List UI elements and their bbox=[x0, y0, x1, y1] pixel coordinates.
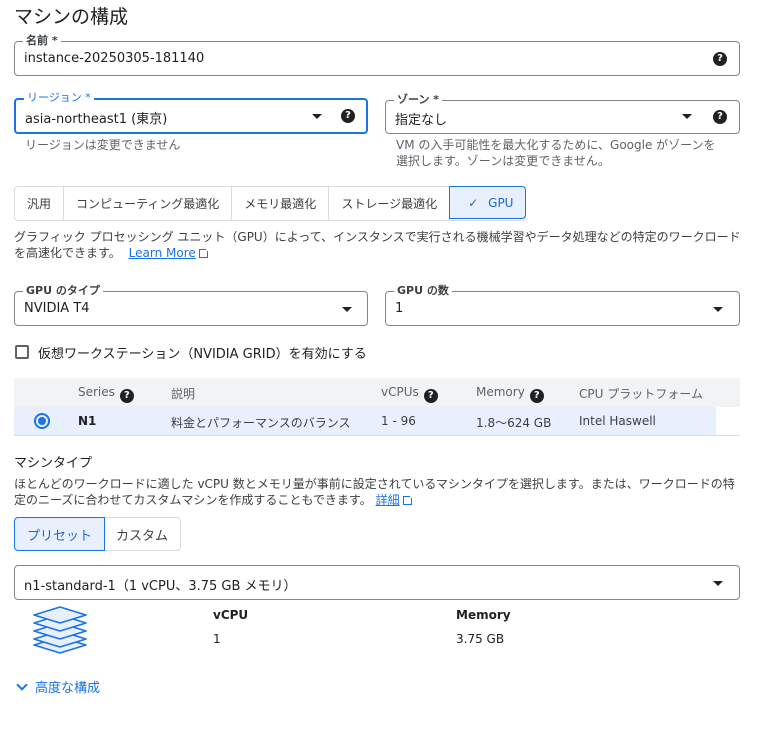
region-select[interactable]: リージョン * asia-northeast1 (東京) ? bbox=[14, 91, 368, 134]
header-vcpus: vCPUs? bbox=[381, 385, 438, 403]
machine-type-desc-line2: 定のニーズに合わせてカスタムマシンを作成することもできます。 bbox=[14, 493, 372, 507]
header-cpu-platform: CPU プラットフォーム bbox=[579, 387, 703, 401]
table-divider bbox=[14, 435, 740, 436]
gpu-description: グラフィック プロセッシング ユニット（GPU）によって、インスタンスで実行され… bbox=[14, 229, 744, 261]
chevron-down-icon bbox=[312, 114, 322, 119]
help-icon[interactable]: ? bbox=[713, 110, 727, 124]
gpu-count-label: GPU の数 bbox=[394, 284, 452, 298]
memory-label: Memory bbox=[456, 608, 511, 622]
page-title: マシンの構成 bbox=[14, 6, 129, 28]
zone-select[interactable]: ゾーン * 指定なし ? bbox=[385, 93, 740, 134]
help-icon[interactable]: ? bbox=[529, 389, 544, 403]
virtual-workstation-checkbox[interactable] bbox=[15, 345, 29, 359]
header-description: 説明 bbox=[171, 387, 196, 401]
chevron-down-icon bbox=[682, 114, 692, 119]
machine-family-tabs: 汎用 コンピューティング最適化 メモリ最適化 ストレージ最適化 ✓ GPU bbox=[14, 186, 527, 221]
chevron-down-icon bbox=[342, 307, 352, 312]
help-icon[interactable]: ? bbox=[713, 52, 727, 66]
zone-select-label: ゾーン * bbox=[394, 93, 443, 107]
row-description: 料金とパフォーマンスのバランス bbox=[171, 416, 351, 430]
series-radio[interactable] bbox=[34, 413, 50, 429]
memory-value: 3.75 GB bbox=[456, 632, 505, 646]
zone-select-value: 指定なし bbox=[395, 113, 448, 128]
tab-memory-optimized[interactable]: メモリ最適化 bbox=[232, 187, 330, 220]
row-memory: 1.8〜624 GB bbox=[476, 416, 552, 430]
machine-type-select[interactable]: n1-standard-1（1 vCPU、3.75 GB メモリ） bbox=[14, 565, 740, 600]
machine-type-description: ほとんどのワークロードに適した vCPU 数とメモリ量が事前に設定されているマシ… bbox=[14, 476, 744, 508]
header-series: Series? bbox=[78, 385, 134, 403]
gpu-type-label: GPU のタイプ bbox=[23, 284, 103, 298]
advanced-config-label: 高度な構成 bbox=[35, 681, 101, 696]
external-link-icon bbox=[402, 494, 414, 505]
machine-type-title: マシンタイプ bbox=[14, 456, 93, 471]
chevron-down-icon bbox=[713, 581, 723, 586]
gpu-type-value: NVIDIA T4 bbox=[24, 301, 90, 316]
help-icon[interactable]: ? bbox=[423, 389, 438, 403]
row-series: N1 bbox=[78, 414, 97, 428]
zone-hint-line2: 選択します。ゾーンは変更できません。 bbox=[396, 154, 610, 168]
gpu-count-value: 1 bbox=[395, 301, 404, 316]
zone-hint-line1: VM の入手可能性を最大化するために、Google がゾーンを bbox=[396, 138, 716, 152]
region-hint: リージョンは変更できません bbox=[25, 138, 181, 152]
name-field-label: 名前 * bbox=[23, 34, 61, 48]
name-field[interactable]: 名前 * instance-20250305-181140 ? bbox=[14, 34, 740, 76]
zone-hint: VM の入手可能性を最大化するために、Google がゾーンを 選択します。ゾー… bbox=[396, 137, 716, 169]
tab-storage-optimized[interactable]: ストレージ最適化 bbox=[329, 187, 451, 220]
preset-button[interactable]: プリセット bbox=[14, 517, 106, 551]
help-icon[interactable]: ? bbox=[119, 389, 134, 403]
details-link[interactable]: 詳細 bbox=[376, 493, 400, 507]
custom-button[interactable]: カスタム bbox=[104, 518, 180, 550]
check-icon: ✓ bbox=[468, 195, 479, 210]
region-select-value: asia-northeast1 (東京) bbox=[25, 112, 168, 127]
region-select-label: リージョン * bbox=[24, 91, 94, 105]
tab-gpu[interactable]: ✓ GPU bbox=[449, 186, 527, 219]
advanced-config-toggle[interactable]: 高度な構成 bbox=[16, 677, 100, 696]
gpu-description-line1: グラフィック プロセッシング ユニット（GPU）によって、インスタンスで実行され… bbox=[14, 230, 741, 244]
tab-compute-optimized[interactable]: コンピューティング最適化 bbox=[64, 187, 233, 220]
tab-general[interactable]: 汎用 bbox=[15, 187, 65, 220]
vcpu-value: 1 bbox=[213, 632, 221, 646]
layers-icon bbox=[33, 606, 87, 654]
chevron-down-icon bbox=[16, 678, 28, 691]
machine-type-value: n1-standard-1（1 vCPU、3.75 GB メモリ） bbox=[24, 579, 297, 594]
external-link-icon bbox=[198, 247, 210, 258]
machine-type-toggle: プリセット カスタム bbox=[14, 517, 182, 551]
machine-type-desc-line1: ほとんどのワークロードに適した vCPU 数とメモリ量が事前に設定されているマシ… bbox=[14, 477, 735, 491]
gpu-type-select[interactable]: GPU のタイプ NVIDIA T4 bbox=[14, 284, 368, 326]
name-field-value: instance-20250305-181140 bbox=[24, 51, 205, 66]
gpu-description-line2: を高速化できます。 bbox=[14, 246, 121, 260]
learn-more-link[interactable]: Learn More bbox=[129, 246, 196, 260]
vcpu-label: vCPU bbox=[213, 608, 249, 622]
header-memory: Memory? bbox=[476, 385, 544, 403]
help-icon[interactable]: ? bbox=[341, 109, 355, 123]
series-table-header: Series? 説明 vCPUs? Memory? CPU プラットフォーム bbox=[14, 378, 740, 407]
gpu-count-select[interactable]: GPU の数 1 bbox=[385, 284, 740, 326]
row-vcpus: 1 - 96 bbox=[381, 414, 416, 428]
row-cpu-platform: Intel Haswell bbox=[579, 414, 656, 428]
virtual-workstation-label: 仮想ワークステーション（NVIDIA GRID）を有効にする bbox=[38, 347, 367, 362]
table-row[interactable]: N1 料金とパフォーマンスのバランス 1 - 96 1.8〜624 GB Int… bbox=[14, 407, 716, 435]
tab-gpu-label: GPU bbox=[488, 195, 514, 210]
chevron-down-icon bbox=[713, 307, 723, 312]
